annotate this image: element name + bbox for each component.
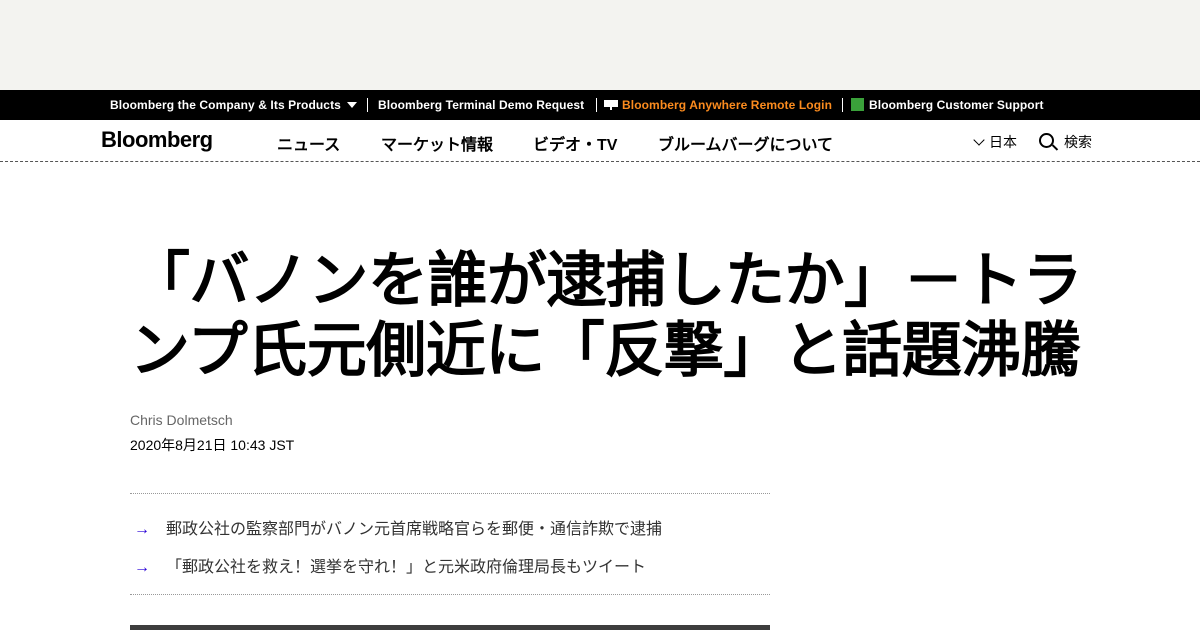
summary-text: 「郵政公社を救え！選挙を守れ！」と元米政府倫理局長もツイート <box>166 559 647 576</box>
divider <box>367 98 368 112</box>
customer-support-label: Bloomberg Customer Support <box>869 98 1044 112</box>
search-button[interactable]: 検索 <box>1039 132 1092 152</box>
company-products-menu[interactable]: Bloomberg the Company & Its Products <box>110 90 357 120</box>
main-navbar: Bloomberg ニュース マーケット情報 ビデオ・TV ブルームバーグについ… <box>0 120 1200 162</box>
divider <box>842 98 843 112</box>
customer-support-link[interactable]: Bloomberg Customer Support <box>851 90 1044 120</box>
summary-text: 郵政公社の監察部門がバノン元首席戦略官らを郵便・通信詐欺で逮捕 <box>166 521 663 538</box>
monitor-icon <box>604 100 618 110</box>
author-link[interactable]: Chris Dolmetsch <box>130 412 233 428</box>
help-icon <box>851 98 864 111</box>
summary-item: → 「郵政公社を救え！選挙を守れ！」と元米政府倫理局長もツイート <box>130 553 646 577</box>
arrow-right-icon: → <box>134 559 150 576</box>
summary-item: → 郵政公社の監察部門がバノン元首席戦略官らを郵便・通信詐欺で逮捕 <box>130 515 662 539</box>
region-selector[interactable]: 日本 <box>973 132 1017 152</box>
arrow-right-icon: → <box>134 521 150 538</box>
search-icon <box>1039 133 1054 148</box>
lead-image <box>130 625 770 630</box>
company-products-label: Bloomberg the Company & Its Products <box>110 98 341 112</box>
nav-item-about[interactable]: ブルームバーグについて <box>658 131 833 155</box>
ad-banner-space <box>0 0 1200 90</box>
publish-date: 2020年8月21日 10:43 JST <box>130 437 295 453</box>
nav-item-video[interactable]: ビデオ・TV <box>533 131 617 155</box>
region-label: 日本 <box>989 134 1017 150</box>
anywhere-login-link[interactable]: Bloomberg Anywhere Remote Login <box>604 90 832 120</box>
caret-down-icon <box>346 102 357 108</box>
search-label: 検索 <box>1064 134 1092 150</box>
top-utility-bar: Bloomberg the Company & Its Products Blo… <box>0 90 1200 120</box>
chevron-down-icon <box>973 134 985 146</box>
nav-item-news[interactable]: ニュース <box>277 131 340 155</box>
anywhere-login-label: Bloomberg Anywhere Remote Login <box>622 98 833 112</box>
nav-item-markets[interactable]: マーケット情報 <box>381 131 493 155</box>
terminal-demo-link[interactable]: Bloomberg Terminal Demo Request <box>378 90 584 120</box>
article-headline: 「バノンを誰が逮捕したか」－トランプ氏元側近に「反撃」と話題沸騰 <box>130 247 1083 384</box>
article-summary: → 郵政公社の監察部門がバノン元首席戦略官らを郵便・通信詐欺で逮捕 → 「郵政公社を… <box>130 493 770 595</box>
divider <box>596 98 597 112</box>
bloomberg-logo[interactable]: Bloomberg <box>101 127 213 153</box>
